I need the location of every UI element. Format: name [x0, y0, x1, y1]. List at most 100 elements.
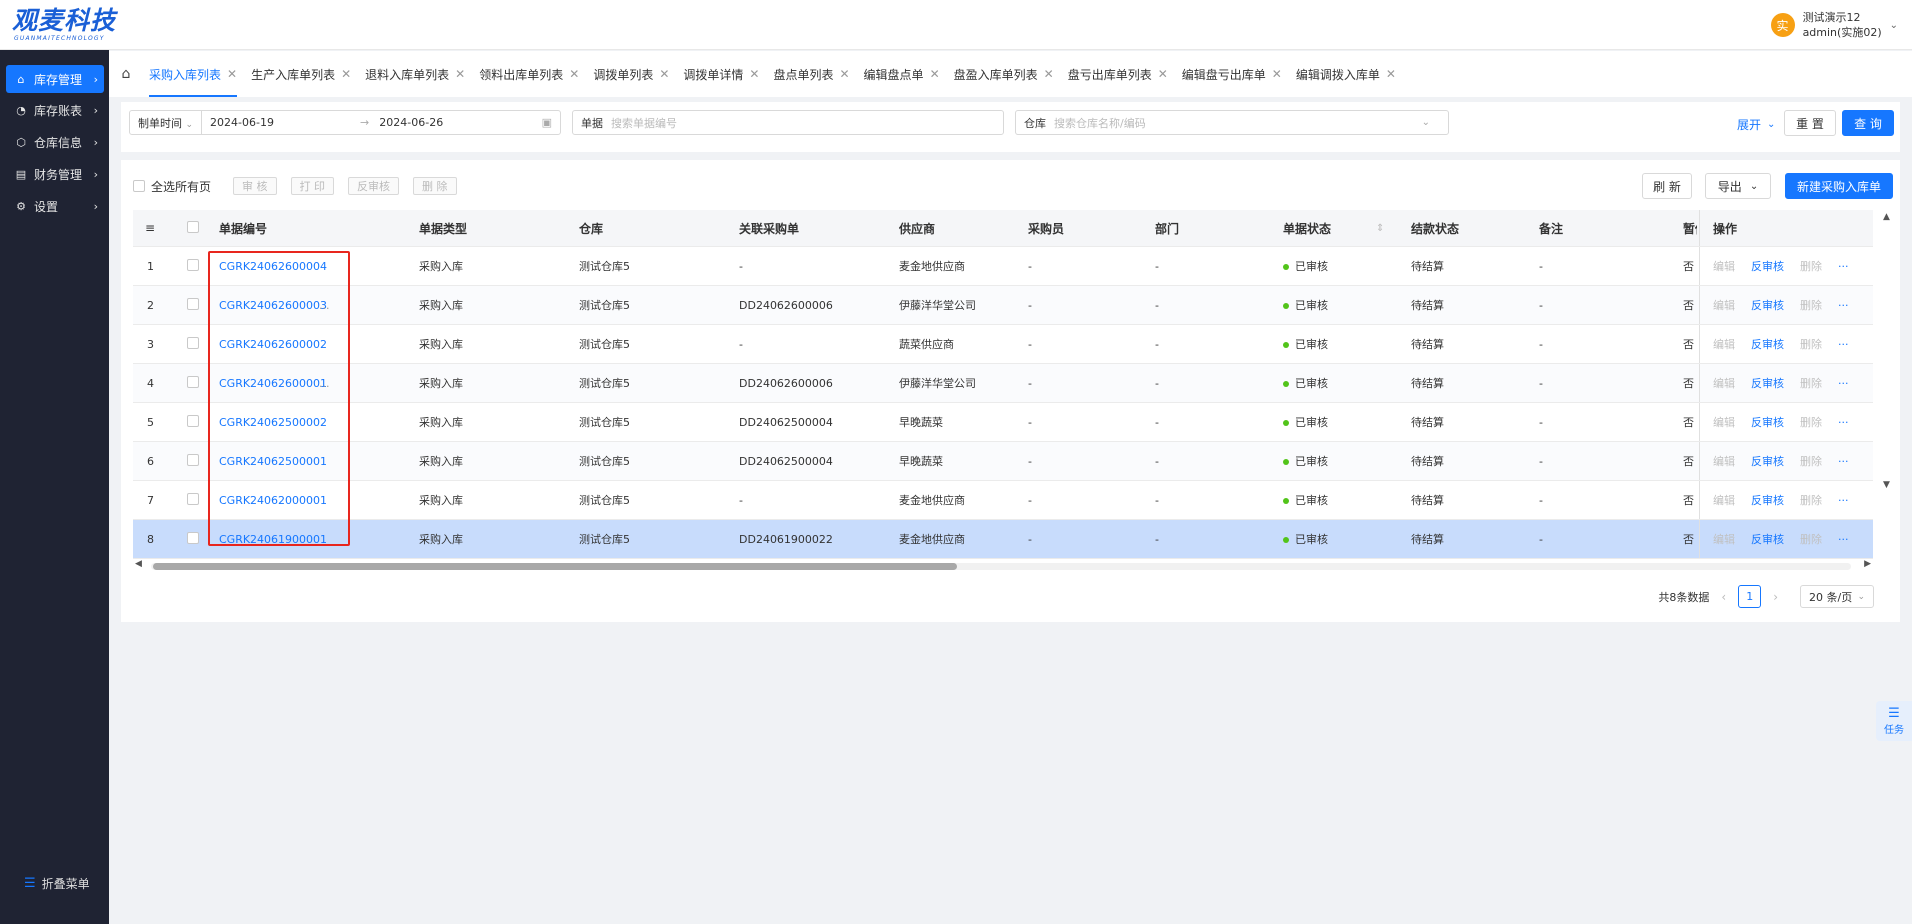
- batch-print-button[interactable]: 打 印: [290, 177, 335, 195]
- batch-unaudit-button[interactable]: 反审核: [348, 177, 400, 195]
- table-row[interactable]: 2 CGRK24062600003... 采购入库 测试仓库5 DD2406260000…: [133, 286, 1873, 325]
- user-menu[interactable]: 实 测试演示12 admin(实施02) ⌄: [1770, 10, 1898, 40]
- edit-button[interactable]: 编辑: [1713, 297, 1735, 313]
- vertical-scrollbar[interactable]: ▲ ▼: [1877, 210, 1897, 530]
- unaudit-button[interactable]: 反审核: [1751, 492, 1784, 508]
- table-row[interactable]: 1 CGRK24062600004 采购入库 测试仓库5 - 麦金地供应商 - - 已审核 待结算…: [133, 247, 1873, 286]
- close-icon[interactable]: ✕: [341, 67, 351, 81]
- tab-surplus-inbound-list[interactable]: 盘盈入库单列表 ✕: [948, 51, 1060, 97]
- expand-filters-button[interactable]: 展开 ⌄: [1737, 116, 1775, 133]
- doc-search-field[interactable]: 单据 搜索单据编号: [572, 110, 1004, 135]
- doc-number-link[interactable]: CGRK24062500001: [219, 455, 327, 468]
- row-checkbox[interactable]: [187, 336, 199, 352]
- date-type-select[interactable]: 制单时间 ⌄: [130, 115, 201, 131]
- close-icon[interactable]: ✕: [1272, 67, 1282, 81]
- date-start-input[interactable]: 2024-06-19: [210, 116, 360, 129]
- tab-transfer-detail[interactable]: 调拨单详情 ✕: [677, 51, 765, 97]
- scroll-thumb[interactable]: [153, 563, 957, 570]
- scroll-left-icon[interactable]: ◀: [135, 559, 142, 569]
- warehouse-input[interactable]: 搜索仓库名称/编码: [1054, 115, 1146, 131]
- table-row[interactable]: 5 CGRK24062500002 采购入库 测试仓库5 DD24062500004 早晚…: [133, 403, 1873, 442]
- delete-button[interactable]: 删除: [1800, 375, 1822, 391]
- doc-number-link[interactable]: CGRK24061900001: [219, 533, 327, 546]
- table-row[interactable]: 7 CGRK24062000001 采购入库 测试仓库5 - 麦金地供应商 - - 已审核 待结算…: [133, 481, 1873, 520]
- tab-return-inbound-list[interactable]: 退料入库单列表 ✕: [359, 51, 471, 97]
- select-all-pages-checkbox[interactable]: [133, 180, 145, 192]
- page-number-button[interactable]: 1: [1738, 585, 1762, 608]
- doc-number-link[interactable]: CGRK24062600002: [219, 338, 327, 351]
- page-size-select[interactable]: 20 条/页 ⌄: [1800, 585, 1874, 608]
- tab-edit-stocktake[interactable]: 编辑盘点单 ✕: [858, 51, 946, 97]
- scroll-right-icon[interactable]: ▶: [1864, 559, 1871, 569]
- doc-number-link[interactable]: CGRK24062500002: [219, 416, 327, 429]
- delete-button[interactable]: 删除: [1800, 492, 1822, 508]
- more-icon[interactable]: ···: [1838, 338, 1849, 351]
- unaudit-button[interactable]: 反审核: [1751, 375, 1784, 391]
- close-icon[interactable]: ✕: [930, 67, 940, 81]
- sidebar-item-inventory[interactable]: ⌂ 库存管理 ›: [6, 65, 104, 93]
- sort-icon[interactable]: ⇕: [1376, 223, 1384, 234]
- horizontal-scrollbar[interactable]: ◀ ▶: [133, 559, 1873, 573]
- scroll-down-icon[interactable]: ▼: [1883, 480, 1890, 490]
- delete-button[interactable]: 删除: [1800, 258, 1822, 274]
- close-icon[interactable]: ✕: [659, 67, 669, 81]
- edit-button[interactable]: 编辑: [1713, 531, 1735, 547]
- more-icon[interactable]: ···: [1838, 260, 1849, 273]
- search-button[interactable]: 查 询: [1842, 110, 1894, 136]
- more-icon[interactable]: ···: [1838, 299, 1849, 312]
- tab-purchase-inbound-list[interactable]: 采购入库列表 ✕: [143, 51, 243, 97]
- chevron-down-icon[interactable]: ⌄: [1890, 20, 1898, 31]
- edit-button[interactable]: 编辑: [1713, 453, 1735, 469]
- delete-button[interactable]: 删除: [1800, 453, 1822, 469]
- close-icon[interactable]: ✕: [1386, 67, 1396, 81]
- create-purchase-inbound-button[interactable]: 新建采购入库单: [1785, 173, 1893, 199]
- close-icon[interactable]: ✕: [1158, 67, 1168, 81]
- close-icon[interactable]: ✕: [569, 67, 579, 81]
- more-icon[interactable]: ···: [1838, 455, 1849, 468]
- scroll-up-icon[interactable]: ▲: [1883, 212, 1890, 222]
- unaudit-button[interactable]: 反审核: [1751, 336, 1784, 352]
- more-icon[interactable]: ···: [1838, 416, 1849, 429]
- doc-number-link[interactable]: CGRK24062600003: [219, 299, 327, 312]
- edit-button[interactable]: 编辑: [1713, 414, 1735, 430]
- tab-edit-transfer-inbound[interactable]: 编辑调拨入库单 ✕: [1290, 51, 1402, 97]
- batch-audit-button[interactable]: 审 核: [233, 177, 277, 195]
- row-checkbox[interactable]: [187, 258, 199, 274]
- tab-transfer-list[interactable]: 调拨单列表 ✕: [587, 51, 675, 97]
- row-checkbox[interactable]: [187, 297, 199, 313]
- doc-number-link[interactable]: CGRK24062600004: [219, 260, 327, 273]
- date-end-input[interactable]: 2024-06-26: [379, 116, 529, 129]
- task-float-button[interactable]: ☰ 任务: [1876, 701, 1912, 741]
- column-settings-icon[interactable]: ≡: [145, 221, 155, 235]
- export-button[interactable]: 导出 ⌄: [1705, 173, 1771, 199]
- sidebar-item-finance[interactable]: ▤ 财务管理 ›: [6, 160, 104, 188]
- delete-button[interactable]: 删除: [1800, 297, 1822, 313]
- doc-number-link[interactable]: CGRK24062600001: [219, 377, 327, 390]
- calendar-icon[interactable]: ▣: [542, 116, 552, 129]
- row-checkbox[interactable]: [187, 375, 199, 391]
- collapse-menu-button[interactable]: ☰ 折叠菜单: [24, 875, 90, 892]
- batch-delete-button[interactable]: 删 除: [413, 177, 457, 195]
- next-page-icon[interactable]: ›: [1773, 590, 1778, 604]
- unaudit-button[interactable]: 反审核: [1751, 453, 1784, 469]
- unaudit-button[interactable]: 反审核: [1751, 297, 1784, 313]
- edit-button[interactable]: 编辑: [1713, 258, 1735, 274]
- unaudit-button[interactable]: 反审核: [1751, 258, 1784, 274]
- close-icon[interactable]: ✕: [227, 67, 237, 81]
- tab-stocktake-list[interactable]: 盘点单列表 ✕: [767, 51, 855, 97]
- company-logo[interactable]: 观麦科技 GUANMAITECHNOLOGY: [12, 7, 116, 43]
- edit-button[interactable]: 编辑: [1713, 375, 1735, 391]
- tab-material-outbound-list[interactable]: 领料出库单列表 ✕: [473, 51, 585, 97]
- doc-search-input[interactable]: 搜索单据编号: [611, 115, 677, 131]
- close-icon[interactable]: ✕: [455, 67, 465, 81]
- close-icon[interactable]: ✕: [1044, 67, 1054, 81]
- more-icon[interactable]: ···: [1838, 533, 1849, 546]
- tab-edit-loss-outbound[interactable]: 编辑盘亏出库单 ✕: [1176, 51, 1288, 97]
- reset-button[interactable]: 重 置: [1784, 110, 1836, 136]
- edit-button[interactable]: 编辑: [1713, 492, 1735, 508]
- doc-number-link[interactable]: CGRK24062000001: [219, 494, 327, 507]
- prev-page-icon[interactable]: ‹: [1721, 590, 1726, 604]
- edit-button[interactable]: 编辑: [1713, 336, 1735, 352]
- more-icon[interactable]: ···: [1838, 377, 1849, 390]
- refresh-button[interactable]: 刷 新: [1642, 173, 1692, 199]
